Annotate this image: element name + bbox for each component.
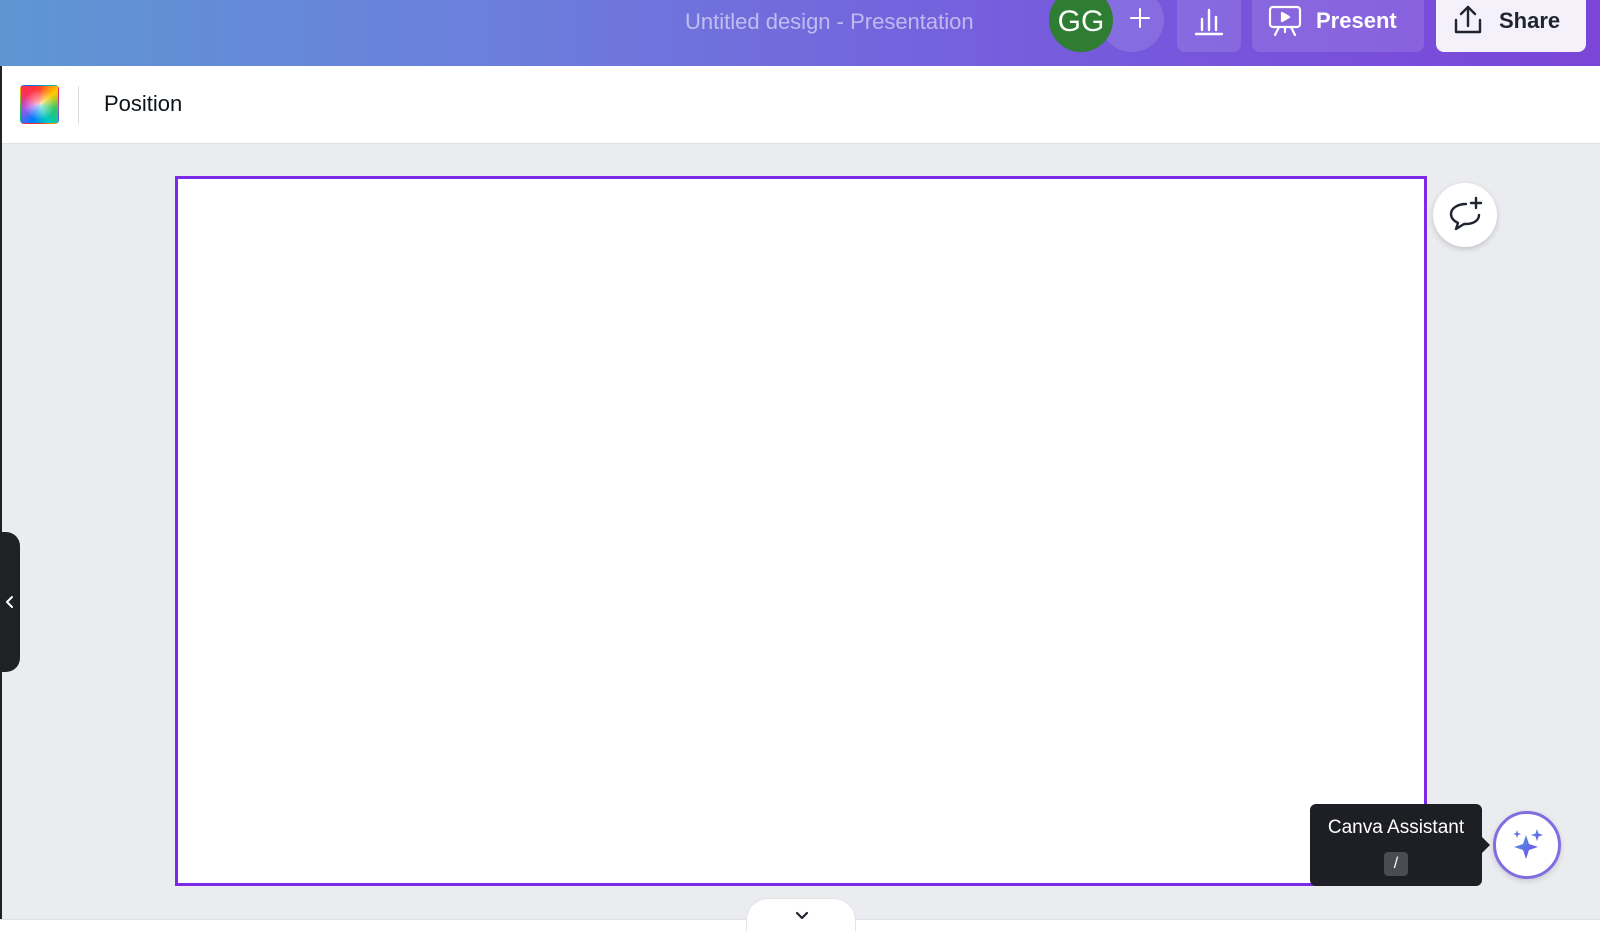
design-page-canvas[interactable] xyxy=(175,176,1427,886)
tooltip-title: Canva Assistant xyxy=(1327,817,1465,838)
share-label: Share xyxy=(1499,8,1561,33)
collapse-side-panel-handle[interactable] xyxy=(0,532,20,672)
add-comment-button[interactable] xyxy=(1433,183,1497,247)
position-button[interactable]: Position xyxy=(92,84,194,124)
present-button[interactable]: Present xyxy=(1252,0,1424,52)
keyboard-shortcut-badge: / xyxy=(1384,852,1408,876)
top-bar: Untitled design - Presentation GG Presen… xyxy=(0,0,1600,66)
show-pages-toggle[interactable] xyxy=(746,898,856,931)
left-panel-edge xyxy=(0,66,2,931)
bar-chart-icon xyxy=(1194,8,1224,36)
chevron-left-icon xyxy=(6,596,13,608)
toolbar-divider xyxy=(78,86,79,124)
share-button[interactable]: Share xyxy=(1436,0,1586,52)
sparkle-icon xyxy=(1513,829,1543,859)
presentation-screen-icon xyxy=(1268,5,1302,37)
context-toolbar: Position xyxy=(0,66,1600,144)
insights-button[interactable] xyxy=(1177,0,1241,52)
plus-icon xyxy=(1130,8,1150,28)
user-avatar[interactable]: GG xyxy=(1049,0,1113,52)
present-label: Present xyxy=(1316,8,1397,33)
upload-icon xyxy=(1454,5,1482,34)
background-color-button[interactable] xyxy=(20,85,59,124)
canva-assistant-button[interactable] xyxy=(1493,811,1561,879)
canva-assistant-tooltip: Canva Assistant / xyxy=(1310,804,1490,886)
comment-plus-icon xyxy=(1449,196,1483,231)
document-title[interactable]: Untitled design - Presentation xyxy=(685,8,974,36)
chevron-down-icon xyxy=(795,911,809,920)
